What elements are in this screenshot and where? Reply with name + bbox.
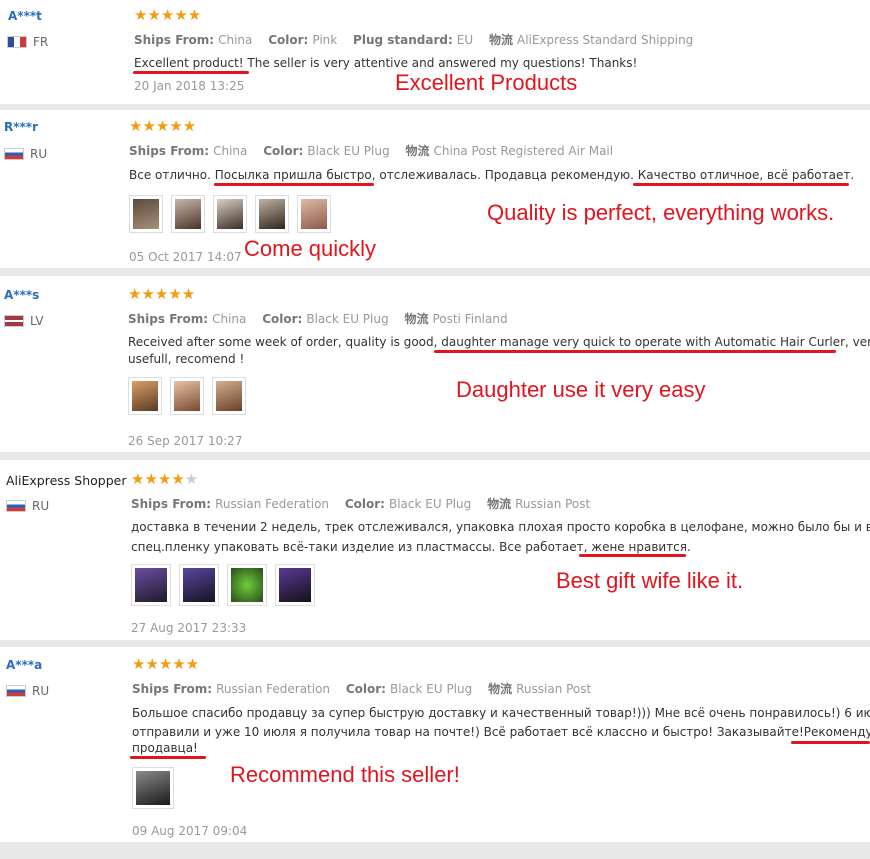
review-3: A***s LV ★★★★★ Ships From: China Color: Bl… xyxy=(0,276,870,452)
reviewer-name[interactable]: A***t xyxy=(8,9,42,23)
review-photos xyxy=(132,767,174,809)
annotation: Recommend this seller! xyxy=(230,762,460,787)
rating-stars: ★★★★★ xyxy=(129,117,197,135)
review-photos xyxy=(131,564,315,606)
review-photo[interactable] xyxy=(132,767,174,809)
flag-lv-icon xyxy=(4,315,24,327)
reviewer-country: RU xyxy=(6,499,49,513)
reviewer-country: LV xyxy=(4,314,44,328)
review-photo[interactable] xyxy=(128,377,162,415)
review-photo[interactable] xyxy=(170,377,204,415)
review-photo[interactable] xyxy=(227,564,267,606)
annotation: Excellent Products xyxy=(395,70,578,95)
highlight-underline xyxy=(434,350,836,353)
flag-ru-icon xyxy=(4,148,24,160)
review-photo[interactable] xyxy=(171,195,205,233)
review-meta: Ships From: China Color: Black EU Plug 物流 P… xyxy=(128,312,508,326)
review-photo[interactable] xyxy=(129,195,163,233)
reviewer-country: RU xyxy=(6,684,49,698)
review-meta: Ships From: China Color: Pink Plug standar… xyxy=(134,33,694,47)
highlight-underline xyxy=(133,71,249,74)
review-date: 05 Oct 2017 14:07 xyxy=(129,250,242,264)
review-photo[interactable] xyxy=(275,564,315,606)
rating-stars: ★★★★★ xyxy=(131,470,199,488)
review-5: A***a RU ★★★★★ Ships From: Russian Federa… xyxy=(0,647,870,842)
review-4: AliExpress Shopper RU ★★★★★ Ships From: R… xyxy=(0,460,870,640)
review-photos xyxy=(129,195,331,233)
review-meta: Ships From: Russian Federation Color: Blac… xyxy=(131,497,591,511)
review-date: 09 Aug 2017 09:04 xyxy=(132,824,248,838)
flag-ru-icon xyxy=(6,500,26,512)
review-photos xyxy=(128,377,246,415)
highlight-underline xyxy=(633,183,849,186)
annotation: Quality is perfect, everything works. xyxy=(487,200,835,225)
flag-ru-icon xyxy=(6,685,26,697)
review-text: usefull, recomend ! xyxy=(128,352,245,366)
annotation: Come quickly xyxy=(244,236,377,261)
annotation: Daughter use it very easy xyxy=(456,377,706,402)
rating-stars: ★★★★★ xyxy=(134,6,202,24)
review-photo[interactable] xyxy=(131,564,171,606)
review-photo[interactable] xyxy=(212,377,246,415)
review-text: доставка в течении 2 недель, трек отслеж… xyxy=(131,520,870,534)
review-date: 27 Aug 2017 23:33 xyxy=(131,621,247,635)
review-date: 26 Sep 2017 10:27 xyxy=(128,434,243,448)
highlight-underline xyxy=(214,183,374,186)
review-meta: Ships From: Russian Federation Color: Blac… xyxy=(132,682,592,696)
review-photo[interactable] xyxy=(179,564,219,606)
highlight-underline xyxy=(130,756,206,759)
review-date: 20 Jan 2018 13:25 xyxy=(134,79,245,93)
highlight-underline xyxy=(579,554,686,557)
review-1: A***t FR ★★★★★ Ships From: China Color: Pi… xyxy=(0,0,870,104)
rating-stars: ★★★★★ xyxy=(128,285,196,303)
reviewer-name[interactable]: A***s xyxy=(4,288,39,302)
review-photo[interactable] xyxy=(297,195,331,233)
rating-stars: ★★★★★ xyxy=(132,655,200,673)
annotation: Best gift wife like it. xyxy=(556,568,744,593)
reviewer-name[interactable]: A***a xyxy=(6,658,42,672)
flag-fr-icon xyxy=(7,36,27,48)
reviewer-country: RU xyxy=(4,147,47,161)
review-text: отправили и уже 10 июля я получила товар… xyxy=(132,725,870,739)
reviewer-name[interactable]: R***r xyxy=(4,120,38,134)
reviewer-country: FR xyxy=(7,35,48,49)
review-photo[interactable] xyxy=(213,195,247,233)
review-2: R***r RU ★★★★★ Ships From: China Color: Bl… xyxy=(0,110,870,268)
review-meta: Ships From: China Color: Black EU Plug 物流 C… xyxy=(129,144,614,158)
review-photo[interactable] xyxy=(255,195,289,233)
reviewer-name[interactable]: AliExpress Shopper xyxy=(6,473,126,488)
highlight-underline xyxy=(791,741,870,744)
